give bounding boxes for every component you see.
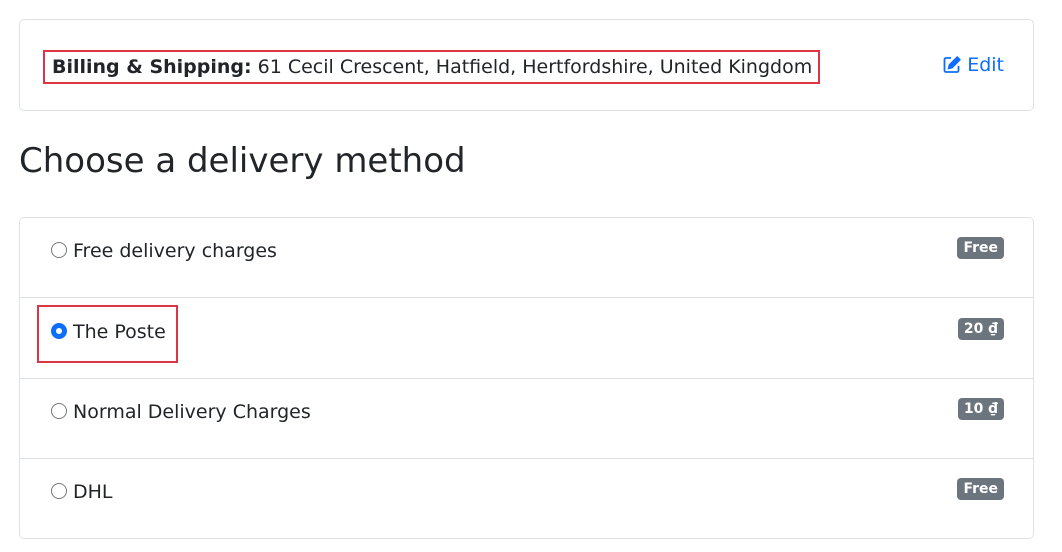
delivery-method-list: Free delivery charges Free The Poste 20 …: [19, 217, 1034, 539]
option-label: The Poste: [73, 321, 166, 343]
delivery-option-free-delivery[interactable]: Free delivery charges Free: [20, 218, 1033, 298]
radio-the-poste[interactable]: [51, 322, 67, 339]
delivery-option-dhl[interactable]: DHL Free: [20, 459, 1033, 538]
option-label: Normal Delivery Charges: [73, 401, 311, 423]
price-badge: 20 ₫: [957, 318, 1004, 340]
edit-icon: [942, 55, 962, 75]
price-badge: 10 ₫: [957, 398, 1004, 420]
address-value: 61 Cecil Crescent, Hatfield, Hertfordshi…: [257, 56, 813, 78]
radio-free-delivery[interactable]: [51, 241, 67, 258]
address-label: Billing & Shipping:: [52, 56, 252, 78]
address-card: Billing & Shipping: 61 Cecil Crescent, H…: [19, 19, 1034, 111]
page-title: Choose a delivery method: [19, 141, 466, 181]
edit-address-link[interactable]: Edit: [942, 54, 1004, 76]
delivery-option-the-poste[interactable]: The Poste 20 ₫: [20, 298, 1033, 379]
radio-dhl[interactable]: [51, 482, 67, 499]
option-label: Free delivery charges: [73, 240, 277, 262]
price-badge: Free: [957, 237, 1004, 259]
radio-normal-delivery[interactable]: [51, 402, 67, 419]
billing-shipping-address: Billing & Shipping: 61 Cecil Crescent, H…: [43, 50, 821, 84]
delivery-option-normal-delivery[interactable]: Normal Delivery Charges 10 ₫: [20, 379, 1033, 459]
price-badge: Free: [957, 478, 1004, 500]
edit-label: Edit: [967, 54, 1004, 76]
option-label: DHL: [73, 481, 113, 503]
